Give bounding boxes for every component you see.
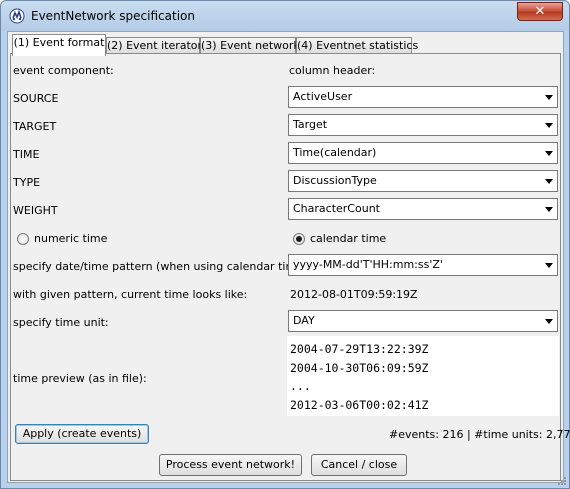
time-unit-select[interactable]: DAY (288, 310, 558, 332)
preview-line: ... (290, 379, 311, 393)
time-preview-label: time preview (as in file): (13, 372, 147, 385)
resize-grip-icon[interactable] (557, 476, 567, 486)
title-bar[interactable]: EventNetwork specification ✕ (1, 1, 569, 31)
type-select[interactable]: DiscussionType (288, 170, 558, 192)
time-label: TIME (13, 148, 40, 161)
dialog-client-area: (1) Event format (2) Event iterator (3) … (7, 31, 570, 483)
pattern-label: specify date/time pattern (when using ca… (13, 260, 311, 273)
type-label: TYPE (13, 176, 41, 189)
chevron-down-icon (545, 263, 553, 268)
time-select-value: Time(calendar) (293, 146, 377, 159)
chevron-down-icon (545, 123, 553, 128)
source-select[interactable]: ActiveUser (288, 86, 558, 108)
calendar-time-radio[interactable] (293, 233, 305, 245)
event-component-header: event component: (13, 64, 114, 77)
eventnetwork-window: EventNetwork specification ✕ (1) Event f… (0, 0, 570, 489)
target-select[interactable]: Target (288, 114, 558, 136)
current-time-value: 2012-08-01T09:59:19Z (290, 288, 418, 301)
time-unit-label: specify time unit: (13, 316, 109, 329)
preview-line: 2004-07-29T13:22:39Z (290, 342, 429, 356)
chevron-down-icon (545, 151, 553, 156)
event-format-panel: event component: column header: SOURCE A… (10, 53, 570, 481)
weight-label: WEIGHT (13, 204, 58, 217)
chevron-down-icon (545, 207, 553, 212)
numeric-time-label: numeric time (34, 232, 108, 245)
chevron-down-icon (545, 95, 553, 100)
time-select[interactable]: Time(calendar) (288, 142, 558, 164)
events-stats-text: #events: 216 | #time units: 2,777 (389, 428, 570, 441)
source-select-value: ActiveUser (293, 90, 353, 103)
close-button[interactable]: ✕ (517, 2, 563, 21)
weight-select[interactable]: CharacterCount (288, 198, 558, 220)
process-event-network-button[interactable]: Process event network! (159, 454, 302, 476)
apply-create-events-button[interactable]: Apply (create events) (15, 424, 149, 444)
cancel-close-button[interactable]: Cancel / close (311, 454, 407, 476)
app-icon (9, 8, 25, 24)
pattern-value: yyyy-MM-dd'T'HH:mm:ss'Z' (293, 258, 443, 271)
chevron-down-icon (545, 179, 553, 184)
preview-line: 2004-10-30T06:09:59Z (290, 360, 429, 375)
current-time-label: with given pattern, current time looks l… (13, 288, 248, 301)
time-unit-value: DAY (293, 314, 315, 327)
close-icon: ✕ (534, 4, 546, 19)
time-preview-box: 2004-07-29T13:22:39Z 2004-10-30T06:09:59… (287, 336, 559, 416)
source-label: SOURCE (13, 92, 59, 105)
preview-line: 2012-03-06T00:02:41Z (290, 397, 429, 412)
numeric-time-radio[interactable] (17, 233, 29, 245)
calendar-time-label: calendar time (310, 232, 387, 245)
chevron-down-icon (545, 319, 553, 324)
window-title: EventNetwork specification (31, 9, 195, 23)
pattern-combo[interactable]: yyyy-MM-dd'T'HH:mm:ss'Z' (288, 254, 558, 276)
tab-event-format[interactable]: (1) Event format (12, 34, 106, 56)
target-label: TARGET (13, 120, 57, 133)
type-select-value: DiscussionType (293, 174, 377, 187)
column-header-header: column header: (289, 64, 376, 77)
target-select-value: Target (293, 118, 328, 131)
weight-select-value: CharacterCount (293, 202, 380, 215)
